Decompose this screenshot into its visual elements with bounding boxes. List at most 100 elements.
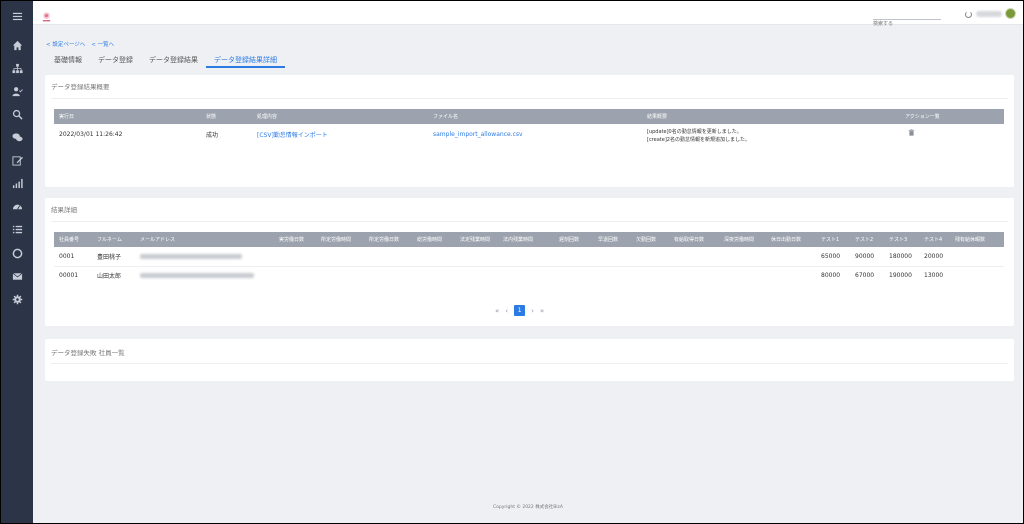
col-employee-id: 社員番号	[59, 237, 80, 243]
col-within-legal-overtime: 法内残業時間	[503, 237, 534, 243]
col-result-summary: 結果概要	[647, 114, 668, 120]
prev-page-button[interactable]: ‹	[505, 307, 508, 315]
col-late-count: 遅刻回数	[559, 237, 580, 243]
process-link[interactable]: [CSV]勤怠情報インポート	[252, 124, 428, 144]
summary-header-row: 実行日 状態 処理内容 ファイル名 結果概要 アクション一覧	[54, 109, 1004, 124]
details-table: 社員番号 フルネーム メールアドレス 実労働日数 所定労働時間 所定労働日数 総…	[54, 232, 1004, 285]
col-paid-leave-days: 有給取得日数	[674, 237, 705, 243]
employee-id: 00001	[59, 272, 79, 280]
col-actual-work-days: 実労働日数	[279, 237, 305, 243]
tab-basic-info[interactable]: 基礎情報	[46, 52, 90, 68]
email-redacted	[135, 266, 274, 285]
col-test4: テスト4	[924, 237, 943, 243]
result-line-create: [create]2名の勤怠情報を新規追加しました。	[647, 137, 750, 143]
current-page-button[interactable]: 1	[514, 305, 526, 316]
full-name: 山田太郎	[97, 273, 122, 281]
tab-bar: 基礎情報 データ登録 データ登録結果 データ登録結果詳細	[46, 52, 285, 68]
redacted-email	[140, 273, 254, 279]
col-full-name: フルネーム	[97, 237, 122, 243]
next-page-button[interactable]: ›	[531, 307, 534, 315]
user-check-icon[interactable]	[10, 84, 24, 98]
search-input[interactable]	[873, 19, 941, 29]
failures-title: データ登録失敗 社員一覧	[51, 349, 125, 357]
col-email: メールアドレス	[140, 237, 176, 243]
col-night-hours: 深夜労働時間	[724, 237, 755, 243]
copyright: Copyright © 2022 株式会社BizA	[492, 505, 563, 510]
actions-cell	[900, 124, 1004, 144]
col-scheduled-days: 所定労働日数	[369, 237, 400, 243]
test1-value: 65000	[821, 252, 841, 260]
email-redacted	[135, 247, 274, 266]
summary-card: データ登録結果概要 実行日 状態 処理内容 ファイル名 結果概要 アクション一覧…	[45, 75, 1014, 187]
back-to-settings-link[interactable]: < 設定ページへ	[46, 40, 85, 48]
gear-icon[interactable]	[10, 292, 24, 306]
tab-data-registration[interactable]: データ登録	[90, 52, 141, 68]
exec-date: 2022/03/01 11:26:42	[59, 130, 123, 138]
divider	[51, 363, 1008, 364]
search-box	[873, 10, 941, 29]
back-to-list-link[interactable]: < 一覧へ	[91, 40, 114, 48]
redacted-email	[140, 253, 242, 259]
home-icon[interactable]	[10, 38, 24, 52]
result-summary: [update]0名の勤怠情報を更新しました。 [create]2名の勤怠情報を…	[642, 124, 900, 144]
table-row: 2022/03/01 11:26:42 成功 [CSV]勤怠情報インポート sa…	[54, 124, 1004, 144]
menu-icon[interactable]	[10, 9, 24, 23]
col-early-leave-count: 早退回数	[598, 237, 619, 243]
loading-icon	[965, 11, 972, 18]
top-header	[33, 1, 1023, 29]
test3-value: 190000	[889, 272, 912, 280]
company-logo	[41, 8, 52, 22]
col-actions: アクション一覧	[905, 114, 940, 120]
test3-value: 180000	[889, 252, 912, 260]
col-exec-date: 実行日	[59, 114, 75, 120]
col-test2: テスト2	[855, 237, 874, 243]
full-name: 豊田桃子	[97, 253, 122, 261]
details-header-row: 社員番号 フルネーム メールアドレス 実労働日数 所定労働時間 所定労働日数 総…	[54, 232, 1004, 247]
pagination: « ‹ 1 › »	[495, 305, 544, 316]
test4-value: 13000	[924, 272, 944, 280]
first-page-button[interactable]: «	[495, 307, 499, 315]
col-test1: テスト1	[821, 237, 840, 243]
summary-title: データ登録結果概要	[51, 83, 110, 91]
details-title: 結果詳細	[51, 206, 77, 214]
result-line-update: [update]0名の勤怠情報を更新しました。	[647, 129, 742, 135]
list-icon[interactable]	[10, 222, 24, 236]
divider	[51, 221, 1008, 222]
user-name[interactable]	[976, 11, 1002, 17]
col-absence-count: 欠勤回数	[636, 237, 657, 243]
col-test3: テスト3	[889, 237, 908, 243]
org-chart-icon[interactable]	[10, 61, 24, 75]
table-row: 0001 豊田桃子 65000 90000 180000 20000	[54, 247, 1004, 266]
col-filename: ファイル名	[433, 114, 459, 120]
comments-icon[interactable]	[10, 130, 24, 144]
summary-table: 実行日 状態 処理内容 ファイル名 結果概要 アクション一覧 2022/03/0…	[54, 109, 1004, 144]
table-row: 00001 山田太郎 80000 67000 190000 13000	[54, 266, 1004, 285]
test2-value: 90000	[855, 252, 875, 260]
sidebar	[1, 1, 33, 523]
col-legal-overtime: 法定残業時間	[460, 237, 491, 243]
edit-icon[interactable]	[10, 153, 24, 167]
employee-id: 0001	[59, 252, 75, 260]
col-holiday-work-days: 休日出勤日数	[771, 237, 802, 243]
search-icon[interactable]	[10, 107, 24, 121]
status-text: 成功	[206, 131, 219, 139]
col-total-hours: 総労働時間	[417, 237, 443, 243]
details-card: 結果詳細 社員番号 フルネーム メールアドレス 実労働日数 所定労働時間 所定労…	[45, 198, 1014, 326]
tab-registration-results[interactable]: データ登録結果	[141, 52, 206, 68]
last-page-button[interactable]: »	[540, 307, 544, 315]
col-remaining-paid-leave: 残有給休暇数	[955, 237, 986, 243]
lifebuoy-icon[interactable]	[10, 246, 24, 260]
divider	[51, 98, 1008, 99]
test2-value: 67000	[855, 272, 875, 280]
col-status: 状態	[206, 114, 217, 120]
tab-registration-result-detail[interactable]: データ登録結果詳細	[206, 52, 285, 68]
trash-icon[interactable]	[908, 129, 915, 138]
filename-link[interactable]: sample_import_allowance.csv	[428, 124, 642, 144]
dashboard-icon[interactable]	[10, 199, 24, 213]
envelope-icon[interactable]	[10, 269, 24, 283]
test1-value: 80000	[821, 272, 841, 280]
bar-chart-icon[interactable]	[10, 176, 24, 190]
avatar[interactable]	[1005, 8, 1016, 19]
failures-card: データ登録失敗 社員一覧	[45, 339, 1014, 381]
col-process: 処理内容	[257, 114, 278, 120]
